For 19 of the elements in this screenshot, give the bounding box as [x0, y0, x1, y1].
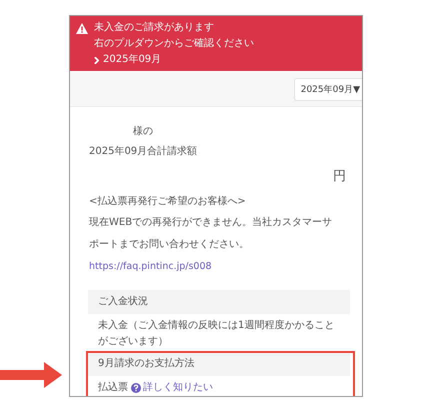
currency-label: 円 — [333, 168, 346, 186]
arrow-icon — [0, 362, 62, 388]
chevron-icon — [94, 56, 99, 64]
section-heading: ご入金状況 — [88, 290, 350, 314]
month-dropdown[interactable]: 2025年09月▼ — [294, 78, 362, 100]
bill-title: 2025年09月合計請求額 — [89, 144, 198, 159]
help-link[interactable]: 詳しく知りたい — [131, 380, 213, 396]
customer-label: 様の — [132, 124, 154, 139]
alert-text: 未入金のご請求があります — [94, 20, 215, 35]
notice-text: 現在WEBでの再発行ができません。当社カスタマーサポートまでお問い合わせください。 — [89, 216, 334, 252]
help-icon — [131, 383, 141, 393]
alert-text: 右のプルダウンからご確認ください — [94, 36, 254, 51]
section-heading: 9月請求のお支払方法 — [88, 352, 350, 376]
alert-month-link[interactable]: 2025年09月 — [94, 52, 254, 68]
section-text: 払込票 — [98, 380, 128, 395]
notice-heading: <払込票再発行ご希望のお客様へ> — [89, 194, 247, 209]
warning-icon — [76, 23, 88, 34]
section-text: 未入金（ご入金情報の反映には1週間程度かかることがございます） — [98, 318, 336, 349]
faq-link[interactable]: https://faq.pintinc.jp/s008 — [89, 256, 350, 278]
